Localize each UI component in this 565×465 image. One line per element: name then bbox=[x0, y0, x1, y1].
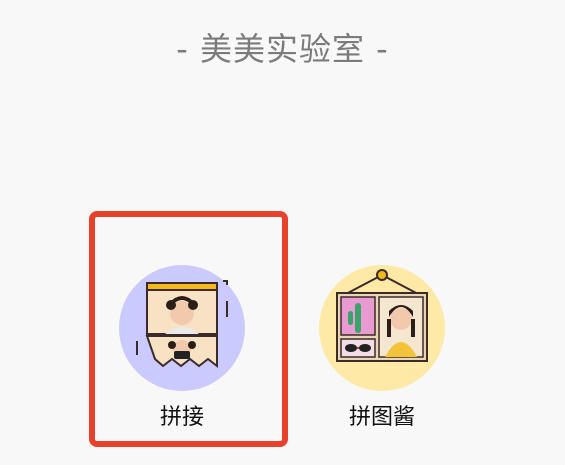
tool-stitch[interactable]: 拼接 bbox=[117, 265, 247, 431]
photo-collage-icon bbox=[319, 265, 445, 391]
tool-collage[interactable]: 拼图酱 bbox=[317, 265, 447, 431]
photo-stitch-icon bbox=[119, 265, 245, 391]
section-title: - 美美实验室 - bbox=[176, 30, 389, 68]
tool-stitch-label: 拼接 bbox=[159, 405, 204, 430]
tool-collage-label: 拼图酱 bbox=[348, 405, 415, 430]
